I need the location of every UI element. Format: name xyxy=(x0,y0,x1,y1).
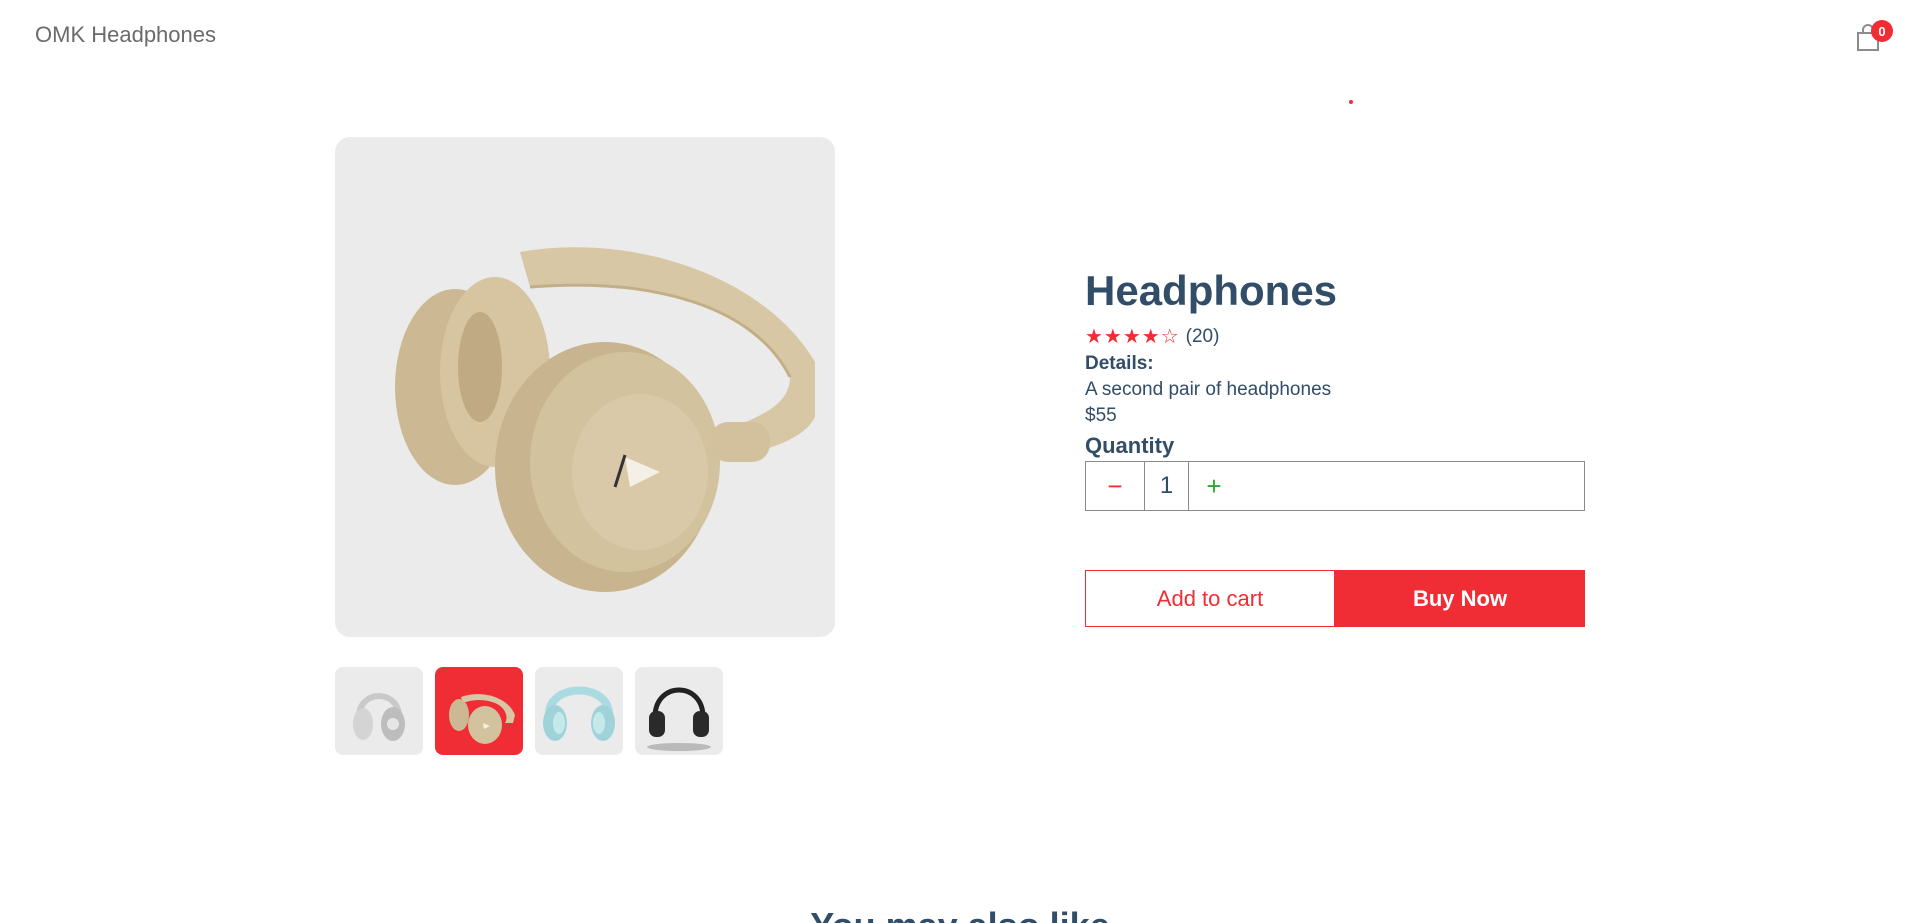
add-to-cart-button[interactable]: Add to cart xyxy=(1085,570,1335,627)
quantity-value: 1 xyxy=(1145,462,1189,511)
thumbnail-black-headphones[interactable] xyxy=(635,667,723,755)
details-heading: Details: xyxy=(1085,353,1154,375)
quantity-label: Quantity xyxy=(1085,433,1175,459)
review-count: (20) xyxy=(1185,325,1220,347)
navbar: OMK Headphones 0 xyxy=(0,0,1920,72)
cart-count-badge: 0 xyxy=(1871,20,1893,42)
product-title: Headphones xyxy=(1085,267,1338,314)
you-may-also-like-heading: You may also like xyxy=(0,905,1920,923)
thumbnail-beige-headphones[interactable] xyxy=(435,667,523,755)
black-headphones-image xyxy=(647,687,711,751)
decorative-dot xyxy=(1349,100,1353,104)
product-price: $55 xyxy=(1085,405,1117,427)
decrease-quantity-button[interactable]: − xyxy=(1086,462,1145,511)
increase-quantity-button[interactable]: + xyxy=(1189,462,1239,510)
beige-headphones-image xyxy=(395,247,815,592)
light-blue-headphones-image xyxy=(543,686,615,741)
thumbnail-light-blue-headphones[interactable] xyxy=(535,667,623,755)
main-product-image xyxy=(335,137,835,637)
buy-now-button[interactable]: Buy Now xyxy=(1335,570,1585,627)
rating-stars-icon: ★★★★☆ xyxy=(1085,326,1180,349)
purchase-actions: Add to cart Buy Now xyxy=(1085,570,1585,627)
white-headphones-image xyxy=(353,693,405,741)
cart-button[interactable]: 0 xyxy=(1855,20,1893,54)
beige-headphones-thumb-image xyxy=(449,694,515,744)
product-reviews: ★★★★☆ (20) xyxy=(1085,324,1585,349)
thumbnail-strip xyxy=(335,667,723,755)
thumbnail-white-headphones[interactable] xyxy=(335,667,423,755)
site-logo[interactable]: OMK Headphones xyxy=(35,22,216,48)
product-description: A second pair of headphones xyxy=(1085,379,1332,401)
product-details: Headphones ★★★★☆ (20) Details: A second … xyxy=(1085,266,1585,512)
quantity-stepper: − 1 + xyxy=(1085,461,1585,512)
